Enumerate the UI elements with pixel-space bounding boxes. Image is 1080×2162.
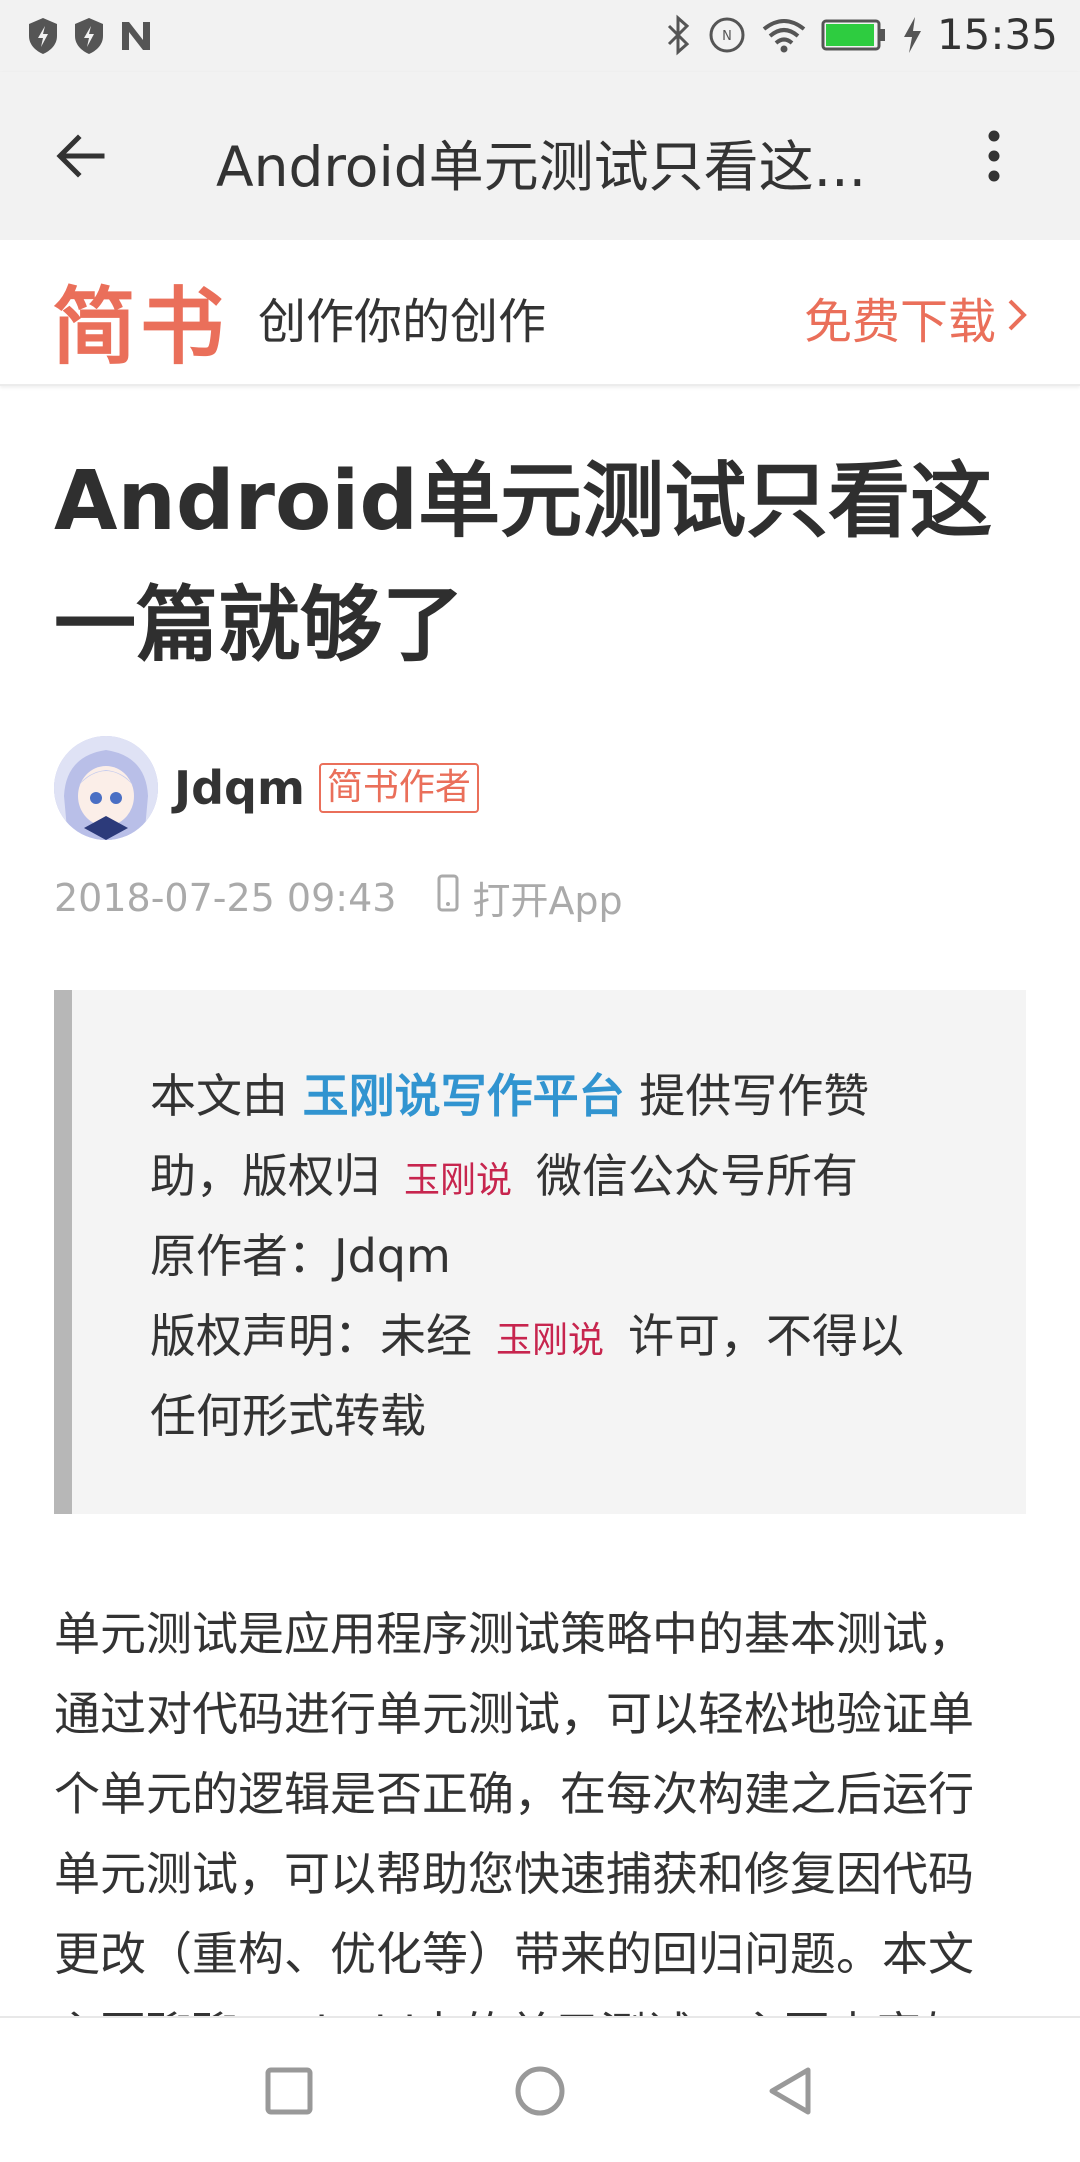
quote-text: 助，版权归 (150, 1149, 380, 1203)
paragraph-line: 单元测试是应用程序测试策略中的基本测试， (54, 1607, 974, 1661)
svg-text:N: N (722, 29, 732, 44)
status-bar: N 15:35 (0, 0, 1080, 72)
more-vert-icon (968, 130, 1020, 190)
quote-line: 任何形式转载 (150, 1389, 426, 1443)
article-meta: 2018-07-25 09:43 打开App (54, 870, 623, 925)
inline-code: 玉刚说 (496, 1320, 605, 1361)
quote-text: 微信公众号所有 (536, 1149, 859, 1203)
back-nav-button[interactable] (764, 2064, 818, 2118)
back-arrow-icon (52, 134, 112, 190)
publish-date: 2018-07-25 09:43 (54, 875, 397, 920)
jianshu-logo[interactable]: 简书 (52, 260, 228, 381)
quote-text: 许可，不得以 (628, 1309, 905, 1363)
status-right-icons: N 15:35 (663, 10, 1058, 59)
triangle-back-icon (764, 2067, 818, 2122)
app-bar: Android单元测试只看这... (0, 72, 1080, 240)
page-title: Android单元测试只看这... (216, 135, 867, 199)
more-options-button[interactable] (968, 126, 1020, 186)
quote-line: 助，版权归 玉刚说 微信公众号所有 (150, 1140, 858, 1206)
author-name[interactable]: Jdqm (174, 761, 305, 815)
inline-code: 玉刚说 (404, 1160, 513, 1201)
app-download-banner: 简书 创作你的创作 免费下载 (0, 240, 1080, 386)
phone-icon (436, 874, 460, 921)
paragraph-line: 通过对代码进行单元测试，可以轻松地验证单 (54, 1687, 974, 1741)
square-icon (262, 2067, 316, 2122)
shield-icon (26, 16, 60, 56)
free-download-label: 免费下载 (803, 294, 996, 350)
author-badge: 简书作者 (318, 763, 479, 813)
banner-slogan: 创作你的创作 (258, 294, 547, 350)
quote-text: 本文由 (150, 1069, 303, 1123)
quote-text: 提供写作赞 (624, 1069, 870, 1123)
quote-line: 本文由 玉刚说写作平台 提供写作赞 (150, 1060, 869, 1126)
open-app-link[interactable]: 打开App (436, 870, 623, 925)
wifi-icon (761, 15, 807, 55)
quote-line: 原作者：Jdqm (150, 1229, 451, 1283)
paragraph-line: 单元测试，可以帮助您快速捕获和修复因代码 (54, 1847, 974, 1901)
charging-icon (901, 15, 923, 55)
status-left-icons (26, 16, 154, 56)
system-nav-bar (0, 2016, 1080, 2162)
quote-text: 版权声明：未经 (150, 1309, 472, 1363)
paragraph-line: 个单元的逻辑是否正确，在每次构建之后运行 (54, 1767, 974, 1821)
n-icon (118, 16, 154, 56)
article-title: Android单元测试只看这 一篇就够了 (54, 440, 1034, 688)
chevron-right-icon (1006, 289, 1028, 345)
recents-button[interactable] (262, 2064, 316, 2118)
shield-icon (72, 16, 106, 56)
battery-icon (821, 18, 887, 52)
circle-icon (513, 2066, 567, 2122)
status-time: 15:35 (936, 10, 1058, 59)
avatar[interactable] (54, 736, 158, 840)
nfc-icon: N (707, 15, 747, 55)
paragraph-line: 更改（重构、优化等）带来的回归问题。本文 (54, 1927, 974, 1981)
article-title-line: 一篇就够了 (54, 578, 465, 673)
free-download-button[interactable]: 免费下载 (804, 282, 1028, 352)
bluetooth-icon (663, 14, 693, 56)
author-info: Jdqm 简书作者 (54, 736, 479, 840)
back-button[interactable] (52, 126, 112, 186)
article-paragraph: 单元测试是应用程序测试策略中的基本测试， 通过对代码进行单元测试，可以轻松地验证… (54, 1594, 1034, 2024)
quote-line: 版权声明：未经 玉刚说 许可，不得以 (150, 1300, 904, 1366)
article-title-line: Android单元测试只看这 (54, 454, 993, 549)
home-button[interactable] (513, 2064, 567, 2118)
open-app-label: 打开App (472, 879, 623, 923)
copyright-quote: 本文由 玉刚说写作平台 提供写作赞 助，版权归 玉刚说 微信公众号所有 原作者：Jd… (54, 990, 1026, 1514)
platform-link[interactable]: 玉刚说写作平台 (303, 1069, 625, 1123)
